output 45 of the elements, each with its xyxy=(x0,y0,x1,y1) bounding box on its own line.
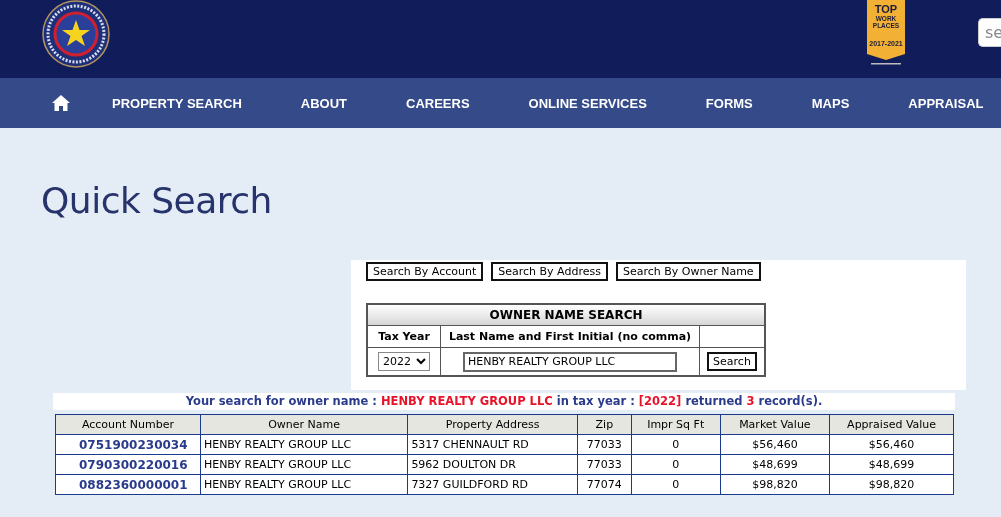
form-title: OWNER NAME SEARCH xyxy=(367,304,765,326)
table-cell: 5962 DOULTON DR xyxy=(407,454,578,475)
results-summary: Your search for owner name : HENBY REALTY GROUP LLC in tax year : [2022] returned 3 record(s). xyxy=(53,393,955,410)
table-cell: $56,460 xyxy=(720,434,830,455)
owner-name-field[interactable]: HENBY REALTY GROUP LLC xyxy=(463,351,677,372)
table-cell: $98,820 xyxy=(720,474,830,495)
column-header: Tax Year xyxy=(367,325,441,348)
column-header: Appraised Value xyxy=(829,414,954,435)
table-cell: $56,460 xyxy=(829,434,954,455)
table-cell: 0 xyxy=(631,474,721,495)
table-cell: HENBY REALTY GROUP LLC xyxy=(200,434,408,455)
column-header: Zip xyxy=(577,414,632,435)
table-cell: 0 xyxy=(631,454,721,475)
column-header: Market Value xyxy=(720,414,830,435)
county-seal-logo[interactable] xyxy=(42,0,110,68)
nav-link[interactable]: MAPS xyxy=(811,95,850,111)
search-button[interactable]: Search xyxy=(707,352,757,371)
column-header: Property Address xyxy=(407,414,578,435)
column-header: Account Number xyxy=(55,414,201,435)
table-cell: HENBY REALTY GROUP LLC xyxy=(200,454,408,475)
table-cell: 77074 xyxy=(577,474,632,495)
table-cell: 5317 CHENNAULT RD xyxy=(407,434,578,455)
column-header: Last Name and First Initial (no comma) xyxy=(440,325,700,348)
search-tab-button[interactable]: Search By Account xyxy=(366,262,484,281)
table-cell: $98,820 xyxy=(829,474,954,495)
home-icon[interactable] xyxy=(52,94,70,112)
table-cell: $48,699 xyxy=(720,454,830,475)
nav-link[interactable]: APPRAISAL xyxy=(908,95,984,111)
search-tab-button[interactable]: Search By Owner Name xyxy=(615,262,761,281)
table-cell: 0 xyxy=(631,434,721,455)
table-cell: $48,699 xyxy=(829,454,954,475)
nav-link[interactable]: CAREERS xyxy=(406,95,470,111)
search-tab-button[interactable]: Search By Address xyxy=(491,262,608,281)
column-header: Owner Name xyxy=(200,414,408,435)
nav-link[interactable]: FORMS xyxy=(705,95,753,111)
tax-year-select[interactable]: 2022 xyxy=(378,352,430,371)
table-cell: 7327 GUILDFORD RD xyxy=(407,474,578,495)
table-cell: 77033 xyxy=(577,454,632,475)
column-header: Impr Sq Ft xyxy=(631,414,721,435)
nav-link[interactable]: ABOUT xyxy=(300,95,347,111)
page-title: Quick Search xyxy=(41,180,273,223)
nav-link[interactable]: PROPERTY SEARCH xyxy=(112,95,242,111)
table-cell: 77033 xyxy=(577,434,632,455)
table-cell: HENBY REALTY GROUP LLC xyxy=(200,474,408,495)
nav-link[interactable]: ONLINE SERVICES xyxy=(528,95,647,111)
